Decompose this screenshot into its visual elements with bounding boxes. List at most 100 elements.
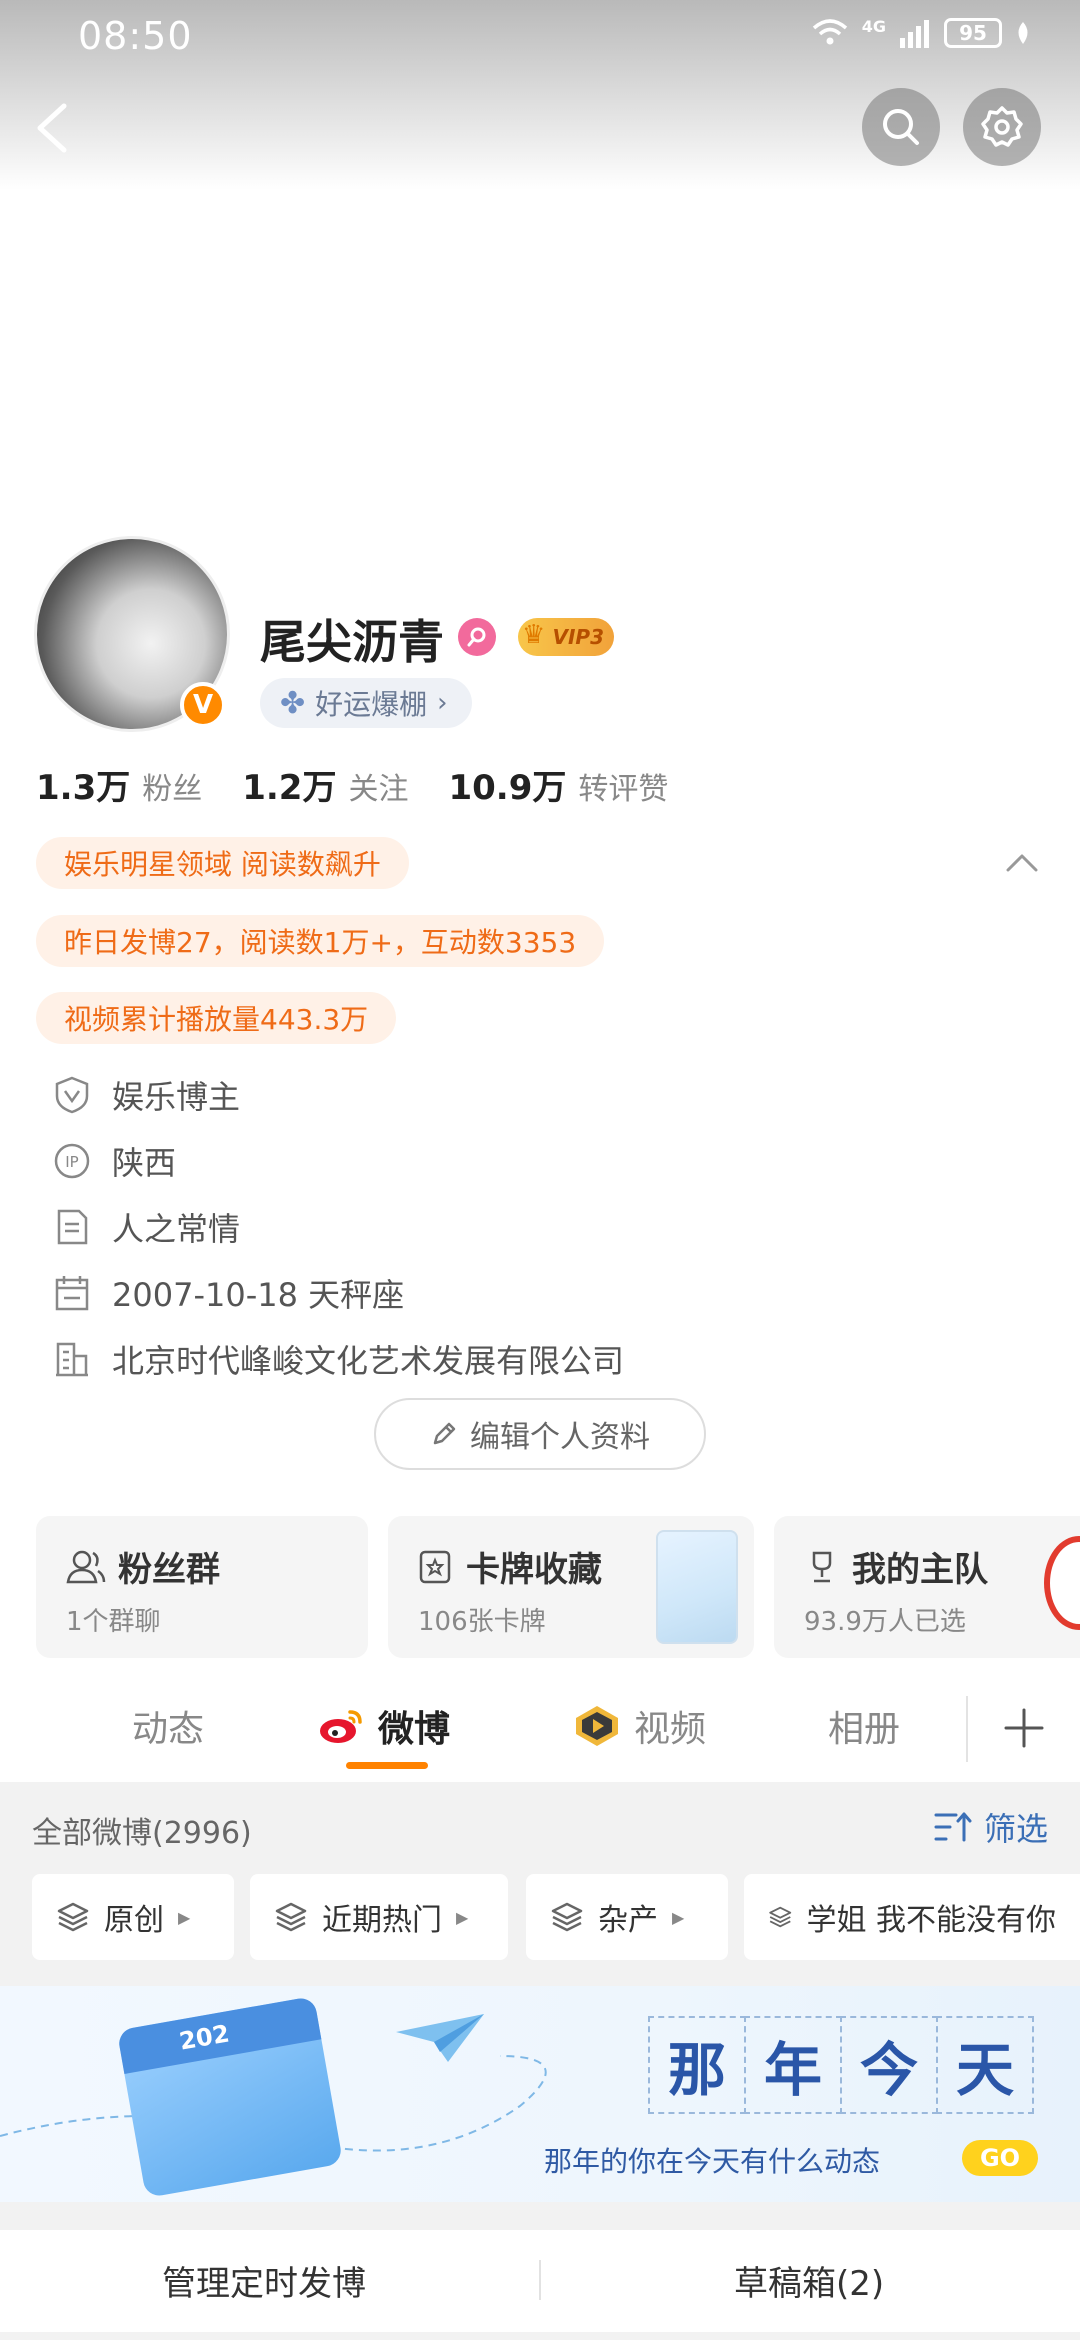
info-company: 北京时代峰峻文化艺术发展有限公司 <box>52 1336 624 1382</box>
chip-label: 杂产 <box>598 1903 658 1938</box>
info-text: 娱乐博主 <box>112 1078 241 1116</box>
battery-level: 95 <box>959 21 987 45</box>
filter-button[interactable]: 筛选 <box>934 1804 1048 1850</box>
my-team-card[interactable]: 我的主队 93.9万人已选 <box>774 1516 1080 1658</box>
filter-chip-misc[interactable]: 杂产 ▶ <box>526 1874 728 1960</box>
active-tab-indicator <box>346 1762 428 1769</box>
tab-divider <box>966 1696 968 1762</box>
bottom-divider <box>539 2260 541 2300</box>
on-this-day-title: 那 年 今 天 <box>648 2016 1034 2114</box>
pencil-icon <box>433 1422 456 1445</box>
clover-icon: ✤ <box>280 685 306 721</box>
card-subtitle: 1个群聊 <box>66 1607 161 1637</box>
bottom-action-bar: 管理定时发博 草稿箱(2) <box>0 2230 1080 2332</box>
tab-label: 视频 <box>634 1709 707 1750</box>
highlight-tag[interactable]: 昨日发博27，阅读数1万+，互动数3353 <box>36 915 605 967</box>
vip-label: VIP3 <box>552 625 605 649</box>
card-title: 卡牌收藏 <box>466 1550 602 1590</box>
filter-icon <box>934 1812 972 1842</box>
fans-group-icon <box>66 1550 106 1583</box>
stat-value: 1.2万 <box>242 768 337 808</box>
highlight-tag[interactable]: 视频累计播放量443.3万 <box>36 992 397 1044</box>
info-text: 2007-10-18 天秤座 <box>112 1276 405 1314</box>
info-ip-location: IP 陕西 <box>52 1138 176 1184</box>
title-char: 今 <box>840 2016 938 2114</box>
document-icon <box>52 1207 92 1247</box>
gear-icon <box>981 106 1023 147</box>
tab-label: 相册 <box>828 1709 901 1750</box>
info-category: 娱乐博主 <box>52 1072 240 1118</box>
stat-following[interactable]: 1.2万 关注 <box>242 760 408 809</box>
magnifier-badge-icon <box>467 627 486 647</box>
edit-profile-label: 编辑个人资料 <box>470 1420 650 1455</box>
on-this-day-banner[interactable]: 202 那 年 今 天 那年的你在今天有什么动态 GO <box>0 1986 1080 2202</box>
search-icon <box>883 109 919 145</box>
weibo-logo-icon <box>320 1710 362 1743</box>
stat-likes[interactable]: 10.9万 转评赞 <box>448 760 668 809</box>
manage-scheduled-posts-button[interactable]: 管理定时发博 <box>162 2256 366 2305</box>
highlight-tag[interactable]: 娱乐明星领域 阅读数飙升 <box>36 837 409 889</box>
info-text: 北京时代峰峻文化艺术发展有限公司 <box>112 1342 625 1380</box>
stat-label: 关注 <box>348 772 409 807</box>
drafts-button[interactable]: 草稿箱(2) <box>734 2256 884 2305</box>
lucky-label: 好运爆棚 <box>315 688 428 721</box>
search-button[interactable] <box>862 88 940 166</box>
layers-icon <box>57 1902 89 1932</box>
caret-right-icon: ▶ <box>672 1907 685 1927</box>
shield-v-icon <box>52 1075 92 1115</box>
profile-stats: 1.3万 粉丝 1.2万 关注 10.9万 转评赞 <box>36 760 708 809</box>
caret-right-icon: ▶ <box>178 1907 191 1927</box>
verified-label: V <box>192 690 214 720</box>
calendar-illustration: 202 <box>116 1995 344 2199</box>
stat-label: 转评赞 <box>578 772 669 807</box>
edit-profile-button[interactable]: 编辑个人资料 <box>374 1398 706 1470</box>
chevron-up-icon[interactable] <box>1004 848 1040 878</box>
settings-button[interactable] <box>963 88 1041 166</box>
back-arrow-icon[interactable] <box>30 100 76 156</box>
chip-label: 近期热门 <box>322 1903 442 1938</box>
verified-badge: V <box>180 682 226 728</box>
card-icon <box>419 1550 451 1583</box>
chip-label: 原创 <box>104 1903 164 1938</box>
filter-label: 筛选 <box>983 1810 1048 1848</box>
add-tab-icon[interactable] <box>1002 1706 1046 1750</box>
building-icon <box>52 1339 92 1379</box>
card-thumbnail <box>656 1530 738 1644</box>
filter-chip-original[interactable]: 原创 ▶ <box>32 1874 234 1960</box>
chevron-right-icon: › <box>437 688 448 718</box>
title-char: 那 <box>648 2016 746 2114</box>
filter-chip-hot[interactable]: 近期热门 ▶ <box>250 1874 508 1960</box>
stat-value: 10.9万 <box>448 768 567 808</box>
stat-followers[interactable]: 1.3万 粉丝 <box>36 760 202 809</box>
filter-chip-topic[interactable]: 学姐 我不能没有你 <box>744 1874 1080 1960</box>
info-birthday: 2007-10-18 天秤座 <box>52 1270 404 1316</box>
creator-badge-icon[interactable] <box>458 618 496 656</box>
tab-dynamic[interactable]: 动态 <box>132 1700 204 1752</box>
title-char: 年 <box>744 2016 842 2114</box>
tab-weibo[interactable]: 微博 <box>318 1700 450 1752</box>
tab-label: 动态 <box>132 1709 205 1750</box>
card-collection-card[interactable]: 卡牌收藏 106张卡牌 <box>388 1516 754 1658</box>
crown-icon: ♛ <box>522 620 546 650</box>
post-count: 全部微博(2996) <box>32 1816 252 1851</box>
svg-text:IP: IP <box>65 1153 78 1171</box>
tab-album[interactable]: 相册 <box>828 1700 900 1752</box>
tab-video[interactable]: 视频 <box>572 1700 706 1752</box>
bottom-strip <box>0 2332 1080 2340</box>
go-button[interactable]: GO <box>962 2140 1038 2176</box>
title-char: 天 <box>936 2016 1034 2114</box>
info-text: 人之常情 <box>112 1210 241 1248</box>
lucky-status-pill[interactable]: ✤ 好运爆棚 › <box>260 678 472 728</box>
layers-icon <box>275 1902 307 1932</box>
fans-group-card[interactable]: 粉丝群 1个群聊 <box>36 1516 368 1658</box>
info-text: 陕西 <box>112 1144 177 1182</box>
stat-label: 粉丝 <box>142 772 203 807</box>
status-bar: 08:50 4G 95 <box>0 0 1080 72</box>
status-icons: 4G 95 <box>810 17 1032 48</box>
card-title: 我的主队 <box>852 1550 988 1590</box>
tab-label: 微博 <box>378 1709 451 1750</box>
vip-badge[interactable]: ♛ VIP3 <box>518 618 614 656</box>
team-icon <box>812 1551 832 1582</box>
paper-plane-icon <box>396 2014 484 2062</box>
ip-icon: IP <box>52 1141 92 1181</box>
